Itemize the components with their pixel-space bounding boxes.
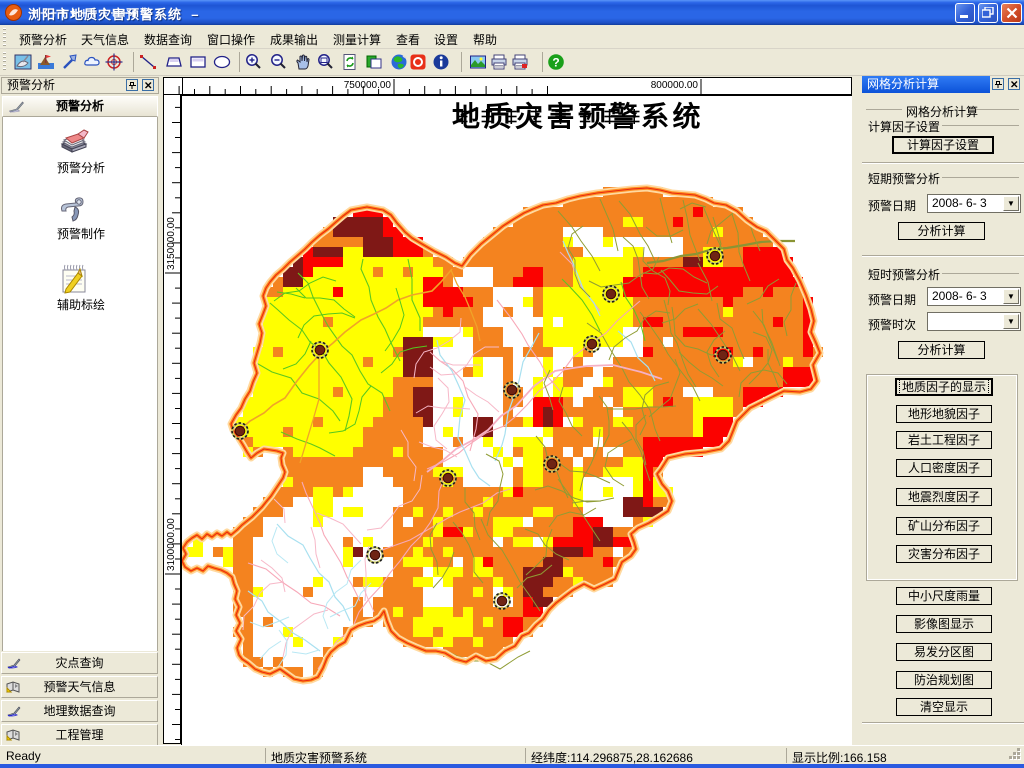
svg-text:3100000.00: 3100000.00 [166,518,177,571]
svg-text:3150000.00: 3150000.00 [166,217,177,270]
svg-text:800000.00: 800000.00 [651,80,699,91]
svg-text:750000.00: 750000.00 [344,80,392,91]
svg-text:?: ? [552,56,559,70]
